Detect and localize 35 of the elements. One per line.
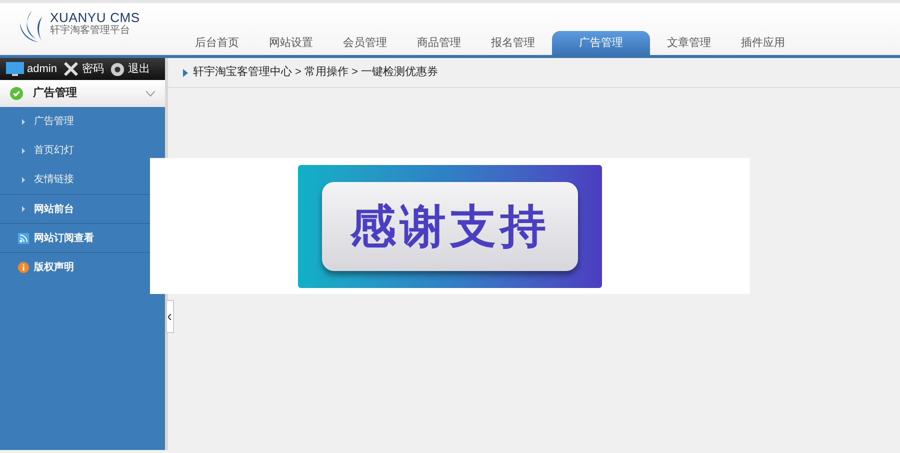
nav-tab[interactable]: 文章管理 [652, 31, 726, 55]
gear-icon [110, 62, 125, 76]
sidebar-group-header[interactable]: 广告管理 [0, 80, 165, 107]
nav-tab[interactable]: 广告管理 [552, 31, 650, 55]
nav-tab[interactable]: 报名管理 [476, 31, 550, 55]
arrow-icon [22, 206, 25, 212]
triangle-icon [183, 68, 188, 76]
arrow-icon [22, 148, 25, 154]
sidebar-item[interactable]: 网站前台 [34, 202, 74, 216]
nav-tab[interactable]: 商品管理 [402, 31, 476, 55]
sidebar-item[interactable]: 网站订阅查看 [34, 230, 94, 246]
check-icon [10, 87, 23, 100]
logo-icon [18, 11, 44, 43]
collapse-handle[interactable] [166, 300, 174, 333]
nav-tab[interactable]: 后台首页 [180, 31, 254, 55]
sidebar-item[interactable]: 版权声明 [34, 260, 74, 274]
toolbar-link[interactable]: 密码 [82, 60, 104, 78]
breadcrumb: 轩宇淘宝客管理中心 > 常用操作 > 一键检测优惠券 [193, 64, 438, 80]
nav-tab[interactable]: 插件应用 [726, 31, 800, 55]
toolbar-link[interactable]: 退出 [128, 60, 150, 78]
user-name: admin [27, 62, 57, 77]
nav-tab[interactable]: 会员管理 [328, 31, 402, 55]
sidebar-item[interactable]: 广告管理 [34, 114, 74, 129]
info-icon [18, 262, 29, 272]
arrow-icon [22, 118, 25, 124]
nav-tab[interactable]: 网站设置 [254, 31, 328, 55]
monitor-icon [6, 61, 24, 77]
sidebar-item[interactable]: 首页幻灯 [34, 143, 74, 158]
logo-title: XUANYU CMS [50, 11, 140, 25]
banner-text: 感谢支持 [350, 198, 550, 255]
logo-subtitle: 轩宇淘客管理平台 [50, 25, 131, 37]
sidebar-item[interactable]: 友情链接 [34, 172, 74, 187]
rss-icon [18, 232, 29, 244]
group-label: 广告管理 [33, 86, 78, 102]
arrow-icon [22, 176, 25, 182]
